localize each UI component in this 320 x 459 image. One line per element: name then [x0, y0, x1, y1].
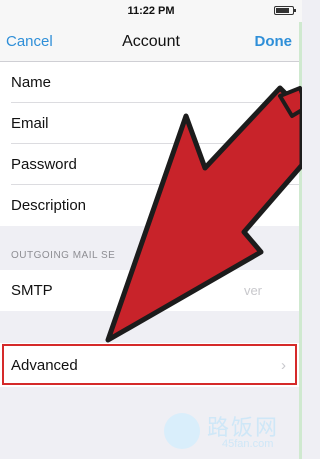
navigation-bar: Cancel Account Done: [0, 22, 302, 62]
password-label: Password: [11, 156, 77, 173]
smtp-label: SMTP: [11, 282, 53, 299]
advanced-label: Advanced: [11, 357, 78, 374]
advanced-row[interactable]: Advanced ›: [0, 343, 302, 387]
status-time: 11:22 PM: [127, 5, 175, 17]
outgoing-group: SMTP ver: [0, 270, 302, 311]
edge-stripe: [299, 22, 302, 459]
battery-icon: [274, 6, 296, 15]
name-field[interactable]: Name: [0, 62, 302, 103]
password-field[interactable]: Password: [0, 144, 302, 185]
watermark-logo: [164, 413, 200, 449]
status-bar: 11:22 PM: [0, 0, 302, 22]
description-label: Description: [11, 197, 87, 214]
email-label: Email: [11, 115, 49, 132]
description-field[interactable]: Description: [0, 185, 302, 226]
smtp-value: ver: [243, 283, 262, 298]
account-fields-group: Name Email Password Description: [0, 62, 302, 226]
done-button[interactable]: Done: [255, 33, 293, 50]
smtp-row[interactable]: SMTP ver: [0, 270, 302, 311]
watermark-url: 45fan.com: [222, 438, 274, 450]
name-label: Name: [11, 74, 52, 91]
chevron-right-icon: ›: [281, 357, 286, 374]
email-field[interactable]: Email: [0, 103, 302, 144]
outgoing-mail-section-header: OUTGOING MAIL SE: [11, 250, 116, 261]
